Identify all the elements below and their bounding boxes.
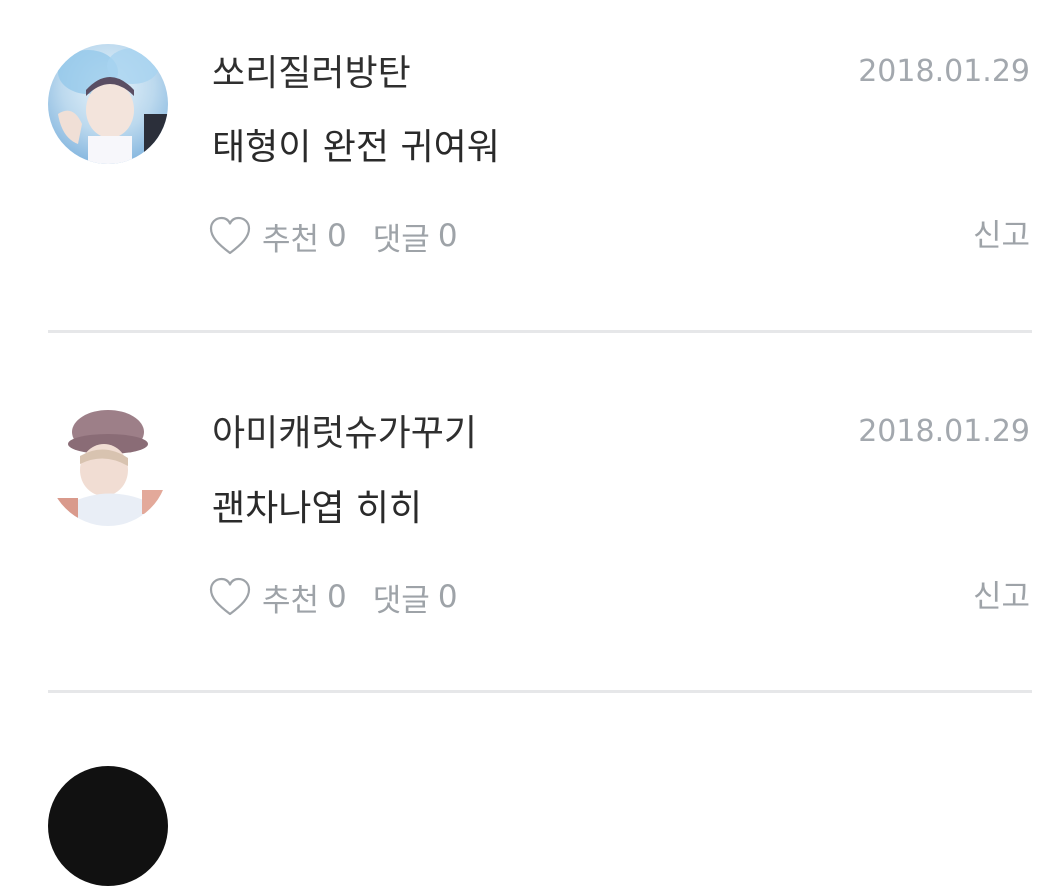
divider	[48, 330, 1032, 333]
reply-button[interactable]: 댓글 0	[373, 575, 458, 620]
comment-date: 2018.01.29	[858, 54, 1030, 89]
comment-date: 2018.01.29	[858, 414, 1030, 449]
like-label: 추천	[262, 221, 320, 258]
like-count: 0	[327, 218, 347, 254]
username[interactable]: 아미캐럿슈가꾸기	[212, 412, 477, 456]
reply-button[interactable]: 댓글 0	[373, 214, 458, 259]
avatar[interactable]	[48, 44, 168, 164]
comment-actions: 추천 0 댓글 0	[208, 213, 458, 259]
avatar[interactable]	[48, 766, 168, 886]
comment-text: 태형이 완전 귀여워	[212, 127, 500, 168]
like-count: 0	[327, 579, 347, 615]
reply-count: 0	[437, 579, 458, 615]
heart-outline-icon[interactable]	[208, 576, 252, 618]
avatar[interactable]	[48, 406, 168, 526]
comment-text: 괜차나엽 히히	[212, 488, 423, 529]
report-button[interactable]: 신고	[973, 213, 1030, 259]
reply-label: 댓글	[372, 221, 430, 258]
username[interactable]: 쏘리질러방탄	[212, 52, 411, 96]
like-button[interactable]: 추천 0	[208, 214, 373, 259]
divider	[48, 690, 1032, 693]
reply-count: 0	[437, 218, 458, 254]
report-button[interactable]: 신고	[973, 574, 1030, 620]
like-button[interactable]: 추천 0	[208, 575, 373, 620]
heart-outline-icon[interactable]	[208, 215, 252, 257]
like-label: 추천	[262, 582, 320, 619]
reply-label: 댓글	[372, 582, 430, 619]
comment-actions: 추천 0 댓글 0	[208, 574, 458, 620]
